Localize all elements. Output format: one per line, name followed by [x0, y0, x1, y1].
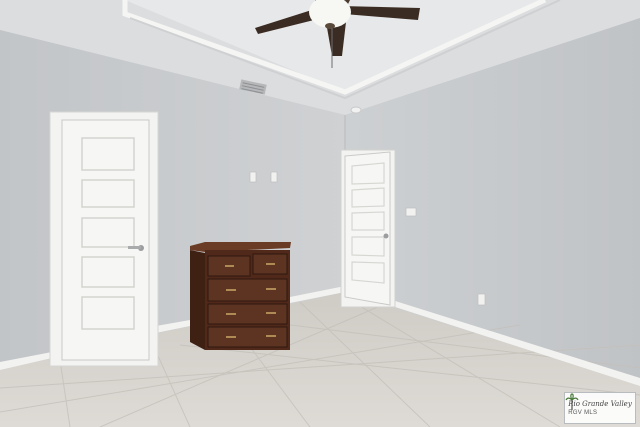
smoke-detector	[350, 106, 362, 114]
closet-door	[49, 111, 159, 367]
electrical-outlet	[477, 293, 486, 306]
light-switch-plate-2	[270, 171, 278, 183]
room-illustration	[0, 0, 640, 427]
bedroom-door-knob	[383, 233, 389, 239]
wooden-dresser	[190, 242, 291, 350]
wall-switch-right	[405, 207, 417, 217]
mls-watermark: Rio Grande Valley RGV MLS	[564, 392, 636, 424]
bedroom-door	[340, 149, 396, 308]
dresser-side	[190, 250, 205, 350]
light-switch-plate-1	[249, 171, 257, 183]
room-photo: Rio Grande Valley RGV MLS	[0, 0, 640, 427]
closet-door-panel	[61, 119, 150, 361]
palm-tree-icon	[565, 393, 579, 410]
